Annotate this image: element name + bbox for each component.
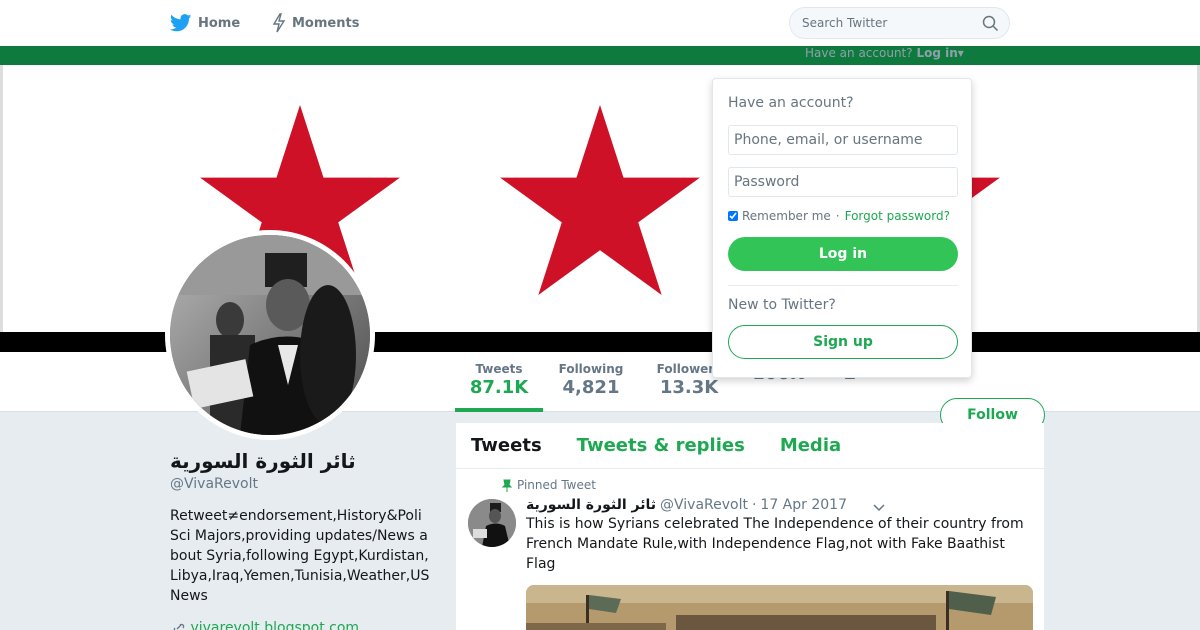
stat-value: 4,821 <box>562 377 620 398</box>
tab-tweets-replies[interactable]: Tweets & replies <box>577 435 745 456</box>
pinned-tweet-label: Pinned Tweet <box>502 478 596 492</box>
stat-label: Following <box>558 362 624 376</box>
tweet-date[interactable]: 17 Apr 2017 <box>760 497 847 513</box>
twitter-bird-icon <box>170 14 192 32</box>
remember-me-checkbox[interactable] <box>728 211 738 221</box>
remember-row: Remember me · Forgot password? <box>728 209 950 223</box>
tweet-media-image[interactable] <box>526 585 1033 630</box>
nav-home[interactable]: Home <box>170 0 240 46</box>
nav-moments[interactable]: Moments <box>272 0 359 46</box>
password-field[interactable] <box>728 167 958 197</box>
profile-name: ثائر الثورة السورية <box>170 449 356 473</box>
pinned-text: Pinned Tweet <box>517 478 596 492</box>
login-dropdown: Have an account? Remember me · Forgot pa… <box>712 78 972 378</box>
tweet-header: ثائر الثورة السورية @VivaRevolt · 17 Apr… <box>526 497 847 513</box>
stat-value: 87.1K <box>469 377 529 398</box>
login-hint-text: Have an account? <box>805 46 913 60</box>
stat-tweets[interactable]: Tweets 87.1K <box>455 362 543 398</box>
stat-following[interactable]: Following 4,821 <box>550 362 632 398</box>
link-icon <box>173 623 185 630</box>
nav-moments-label: Moments <box>292 15 360 31</box>
profile-url-text: vivarevolt.blogspot.com <box>190 620 360 630</box>
stat-value: 13.3K <box>659 377 719 398</box>
login-dropdown-title: Have an account? <box>728 95 854 111</box>
profile-avatar[interactable] <box>165 230 375 440</box>
avatar-photo <box>170 235 370 435</box>
stat-label: Tweets <box>475 362 523 376</box>
tab-tweets[interactable]: Tweets <box>471 435 542 456</box>
tweet-author-name[interactable]: ثائر الثورة السورية <box>526 497 656 513</box>
tweet-separator: · <box>751 497 757 513</box>
signup-button[interactable]: Sign up <box>728 325 958 359</box>
profile-handle[interactable]: @VivaRevolt <box>170 476 258 492</box>
caret-down-icon: ▾ <box>957 46 964 60</box>
search-icon[interactable] <box>982 15 999 32</box>
tweet-author-handle[interactable]: @VivaRevolt <box>660 497 748 513</box>
timeline: Tweets Tweets & replies Media Pinned Twe… <box>456 423 1044 630</box>
tab-media[interactable]: Media <box>780 435 841 456</box>
login-hint: Have an account? Log in▾ <box>805 46 964 60</box>
nav-home-label: Home <box>198 15 241 31</box>
search-box <box>789 7 1010 39</box>
profile-bio: Retweet≠endorsement,History&Poli Sci Maj… <box>170 508 430 604</box>
remember-separator: · <box>835 209 840 223</box>
login-button[interactable]: Log in <box>728 237 958 271</box>
lightning-icon <box>272 13 286 33</box>
login-hint-link[interactable]: Log in <box>916 46 957 60</box>
pin-icon <box>502 479 512 492</box>
tweet-text: This is how Syrians celebrated The Indep… <box>526 516 1024 572</box>
red-star-icon <box>500 105 700 295</box>
top-navigation-bar: Home Moments <box>0 0 1200 46</box>
profile-url[interactable]: vivarevolt.blogspot.com <box>172 620 359 630</box>
search-input[interactable] <box>790 8 970 38</box>
active-tab-underline <box>455 408 543 412</box>
username-field[interactable] <box>728 125 958 155</box>
new-to-twitter-label: New to Twitter? <box>728 297 836 313</box>
remember-me-label[interactable]: Remember me <box>742 209 831 223</box>
divider <box>728 285 958 286</box>
forgot-password-link[interactable]: Forgot password? <box>845 209 950 223</box>
timeline-tabs: Tweets Tweets & replies Media <box>456 423 1044 469</box>
flag-green-stripe <box>0 46 1200 65</box>
tweet-avatar[interactable] <box>468 499 516 547</box>
